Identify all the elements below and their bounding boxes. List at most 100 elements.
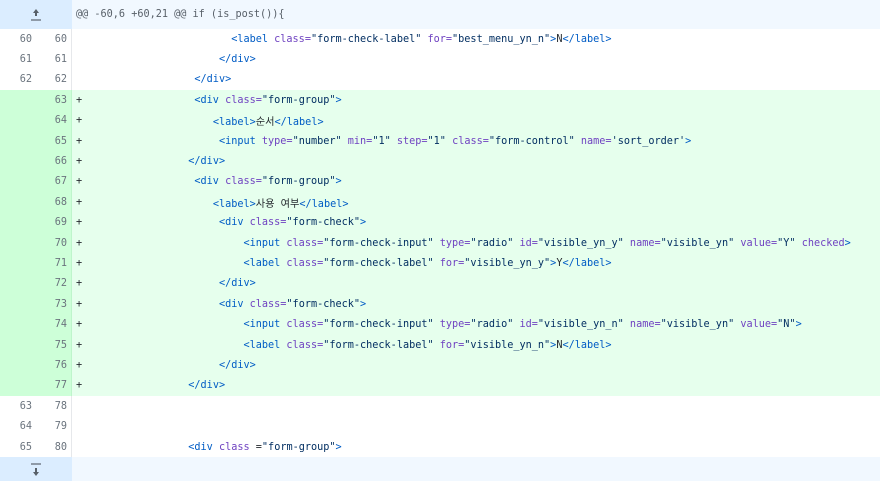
diff-line-added: 70 + <input class="form-check-input" type… (0, 232, 880, 254)
expand-down-button[interactable] (0, 457, 72, 482)
diff-lines: 60 60 <label class="form-check-label" for… (0, 29, 880, 458)
old-line-number[interactable] (0, 212, 36, 233)
diff-line-added: 67 + <div class="form-group"> (0, 171, 880, 193)
code-text: <div class ="form-group"> (188, 441, 342, 453)
code-line: + <label>사용 여부</label> (72, 192, 880, 213)
hunk-header-row: @@ -60,6 +60,21 @@ if (is_post()){ (0, 0, 880, 29)
diff-line-added: 74 + <input class="form-check-input" type… (0, 314, 880, 335)
diff-line-added: 63 + <div class="form-group"> (0, 90, 880, 111)
addition-marker: + (76, 298, 83, 310)
old-line-number[interactable]: 63 (0, 396, 36, 416)
addition-marker: + (76, 196, 83, 208)
diff-line-context: 64 79 (0, 416, 880, 437)
new-line-number[interactable]: 62 (36, 69, 72, 91)
old-line-number[interactable] (0, 151, 36, 172)
code-line (72, 416, 880, 437)
code-line: + <div class="form-check"> (72, 212, 880, 233)
new-line-number[interactable]: 67 (36, 171, 72, 193)
new-line-number[interactable]: 73 (36, 294, 72, 315)
old-line-number[interactable] (0, 171, 36, 193)
context-marker (76, 34, 84, 45)
addition-marker: + (76, 135, 83, 147)
new-line-number[interactable]: 66 (36, 151, 72, 172)
old-line-number[interactable] (0, 110, 36, 131)
diff-line-added: 75 + <label class="form-check-label" for=… (0, 334, 880, 356)
diff-line-added: 77 + </div> (0, 375, 880, 397)
addition-marker: + (76, 257, 83, 269)
old-line-number[interactable]: 65 (0, 437, 36, 457)
code-line: + <label>순서</label> (72, 110, 880, 131)
new-line-number[interactable]: 76 (36, 355, 72, 376)
expand-up-icon (31, 8, 41, 21)
new-line-number[interactable]: 63 (36, 90, 72, 111)
context-marker (76, 74, 84, 85)
addition-marker: + (76, 156, 83, 168)
new-line-number[interactable]: 79 (36, 416, 72, 437)
code-text: </div> (188, 156, 226, 168)
new-line-number[interactable]: 71 (36, 253, 72, 274)
old-line-number[interactable] (0, 375, 36, 397)
hunk-footer-spacer (72, 457, 880, 481)
old-line-number[interactable]: 61 (0, 49, 36, 69)
new-line-number[interactable]: 75 (36, 334, 72, 356)
old-line-number[interactable] (0, 232, 36, 254)
new-line-number[interactable]: 61 (36, 49, 72, 70)
diff-line-added: 73 + <div class="form-check"> (0, 294, 880, 315)
code-line: + <input class="form-check-input" type="… (72, 232, 880, 254)
diff-line-context: 61 61 </div> (0, 49, 880, 70)
old-line-number[interactable] (0, 192, 36, 213)
old-line-number[interactable] (0, 294, 36, 315)
addition-marker: + (76, 380, 83, 392)
code-line: + <div class="form-group"> (72, 90, 880, 111)
addition-marker: + (76, 278, 83, 290)
old-line-number[interactable]: 62 (0, 70, 36, 90)
code-line: + </div> (72, 151, 880, 172)
new-line-number[interactable]: 77 (36, 375, 72, 397)
expand-up-button[interactable] (0, 0, 72, 29)
old-line-number[interactable] (0, 273, 36, 295)
addition-marker: + (76, 94, 83, 106)
old-line-number[interactable] (0, 314, 36, 335)
context-marker (76, 54, 84, 65)
old-line-number[interactable] (0, 253, 36, 274)
code-line: + </div> (72, 273, 880, 295)
code-text: <div class="form-check"> (218, 217, 367, 229)
code-text: <div class="form-check"> (218, 298, 367, 310)
code-line: </div> (72, 69, 880, 91)
code-line: + <div class="form-group"> (72, 171, 880, 193)
old-line-number[interactable] (0, 130, 36, 152)
expand-down-icon (31, 463, 41, 477)
new-line-number[interactable]: 70 (36, 232, 72, 254)
code-line: <label class="form-check-label" for="bes… (72, 29, 880, 50)
diff-line-added: 69 + <div class="form-check"> (0, 212, 880, 233)
new-line-number[interactable]: 78 (36, 396, 72, 417)
new-line-number[interactable]: 72 (36, 273, 72, 295)
context-marker (76, 442, 84, 453)
addition-marker: + (76, 359, 83, 371)
code-line: <div class ="form-group"> (72, 436, 880, 458)
old-line-number[interactable]: 64 (0, 416, 36, 436)
context-marker (76, 401, 84, 412)
new-line-number[interactable]: 74 (36, 314, 72, 335)
new-line-number[interactable]: 69 (36, 212, 72, 233)
old-line-number[interactable]: 60 (0, 29, 36, 49)
old-line-number[interactable] (0, 355, 36, 376)
old-line-number[interactable] (0, 334, 36, 356)
diff-line-added: 64 + <label>순서</label> (0, 110, 880, 131)
new-line-number[interactable]: 68 (36, 192, 72, 213)
context-marker (76, 421, 84, 432)
new-line-number[interactable]: 65 (36, 130, 72, 152)
new-line-number[interactable]: 80 (36, 436, 72, 458)
code-line: + <input type="number" min="1" step="1" … (72, 130, 880, 152)
code-text: <label>순서</label> (212, 117, 324, 129)
hunk-header: @@ -60,6 +60,21 @@ if (is_post()){ (76, 9, 285, 20)
old-line-number[interactable] (0, 90, 36, 111)
new-line-number[interactable]: 64 (36, 110, 72, 131)
code-text: <label class="form-check-label" for="vis… (243, 339, 612, 351)
diff-line-context: 62 62 </div> (0, 69, 880, 91)
diff-view: @@ -60,6 +60,21 @@ if (is_post()){ 60 60 … (0, 0, 880, 482)
diff-line-added: 72 + </div> (0, 273, 880, 295)
code-line (72, 396, 880, 417)
code-line: + <label class="form-check-label" for="v… (72, 334, 880, 356)
new-line-number[interactable]: 60 (36, 29, 72, 50)
